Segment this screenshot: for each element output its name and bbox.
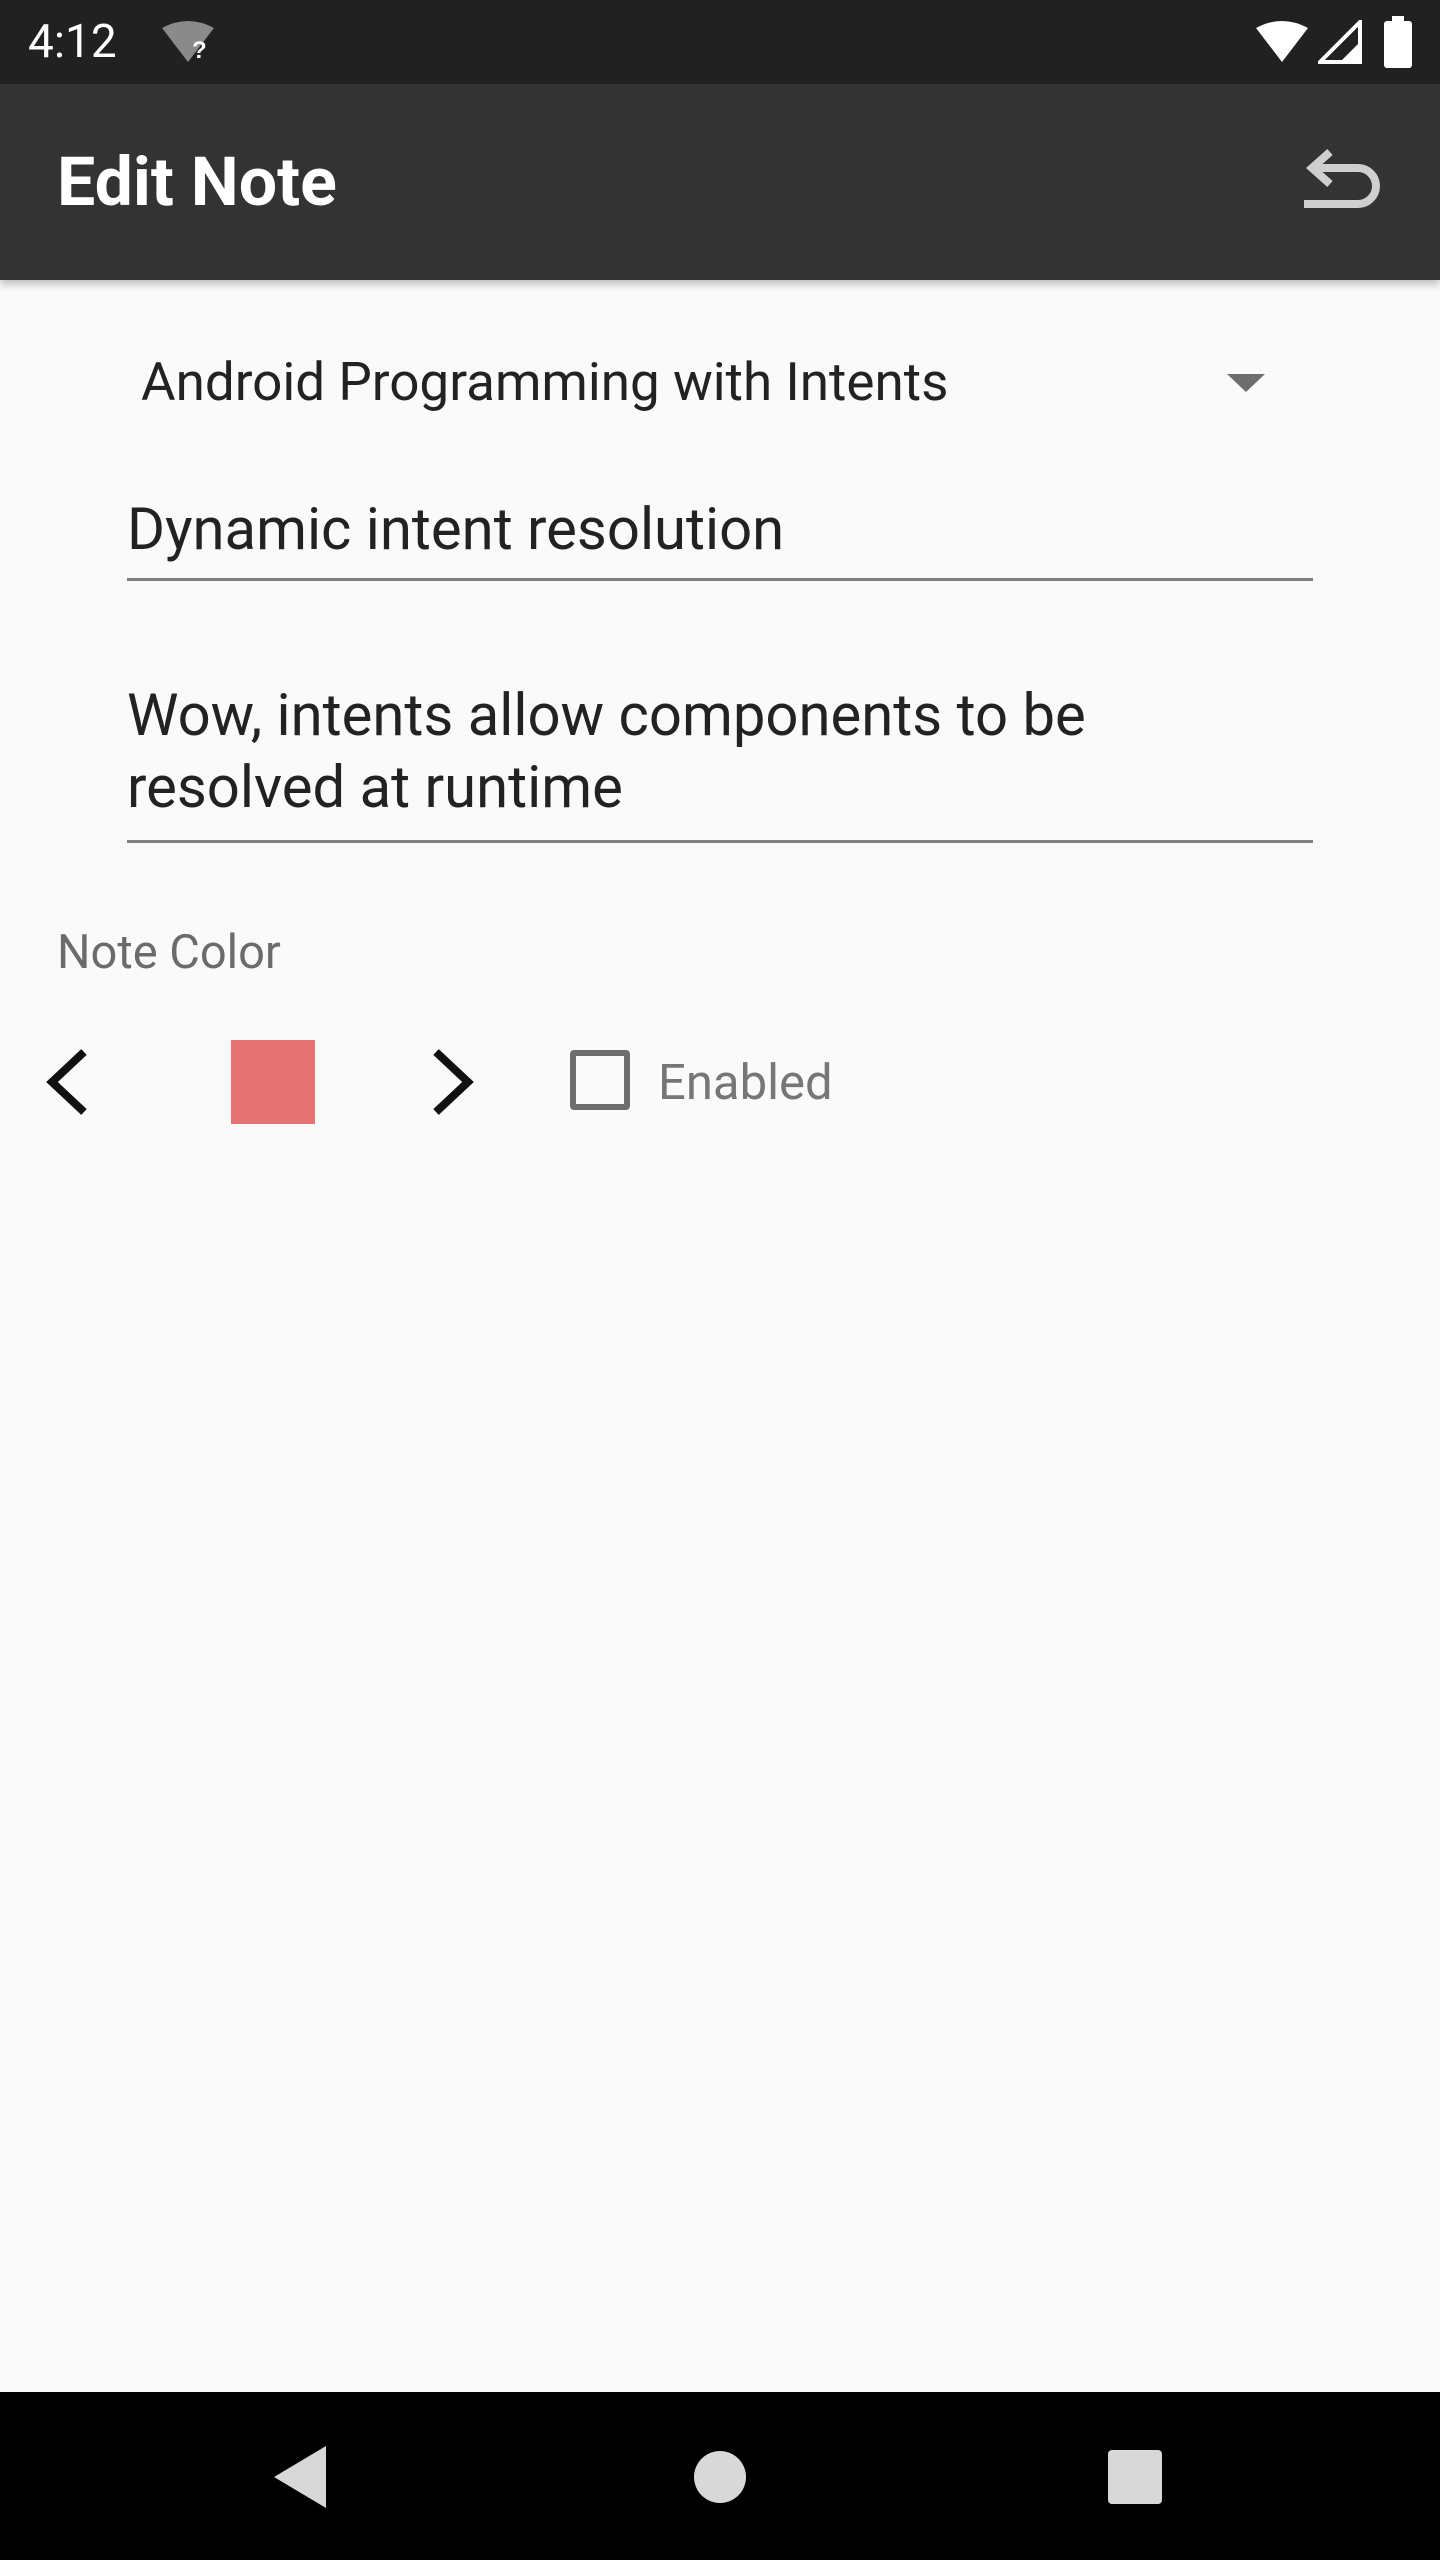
previous-color-button[interactable]	[32, 1032, 112, 1132]
cell-signal-icon	[1318, 20, 1362, 64]
recents-button[interactable]	[1090, 2432, 1180, 2522]
back-icon	[256, 2432, 346, 2522]
note-title-field[interactable]: Dynamic intent resolution	[127, 494, 1313, 581]
wifi-unknown-icon: ?	[160, 18, 216, 66]
recents-icon	[1090, 2432, 1180, 2522]
battery-icon	[1384, 16, 1412, 68]
home-icon	[675, 2432, 765, 2522]
undo-button[interactable]	[1290, 138, 1390, 238]
status-bar: 4:12 ?	[0, 0, 1440, 84]
svg-text:?: ?	[192, 37, 207, 64]
course-spinner-value: Android Programming with Intents	[141, 351, 949, 413]
note-color-label: Note Color	[57, 925, 281, 980]
status-time: 4:12	[28, 15, 117, 69]
back-button[interactable]	[256, 2432, 346, 2522]
enabled-checkbox-label[interactable]: Enabled	[658, 1050, 833, 1116]
course-spinner[interactable]: Android Programming with Intents	[127, 330, 1287, 434]
dropdown-arrow-icon	[1223, 370, 1269, 396]
wifi-signal-icon	[1254, 18, 1310, 66]
page-title: Edit Note	[57, 142, 337, 222]
note-text-field[interactable]: Wow, intents allow components to be reso…	[127, 680, 1313, 843]
undo-icon	[1290, 138, 1390, 238]
navigation-bar	[0, 2392, 1440, 2560]
enabled-checkbox[interactable]	[570, 1050, 630, 1110]
app-bar: Edit Note	[0, 84, 1440, 280]
home-button[interactable]	[675, 2432, 765, 2522]
chevron-right-icon	[416, 1032, 496, 1132]
next-color-button[interactable]	[416, 1032, 496, 1132]
note-color-swatch	[231, 1040, 315, 1124]
chevron-left-icon	[32, 1032, 112, 1132]
